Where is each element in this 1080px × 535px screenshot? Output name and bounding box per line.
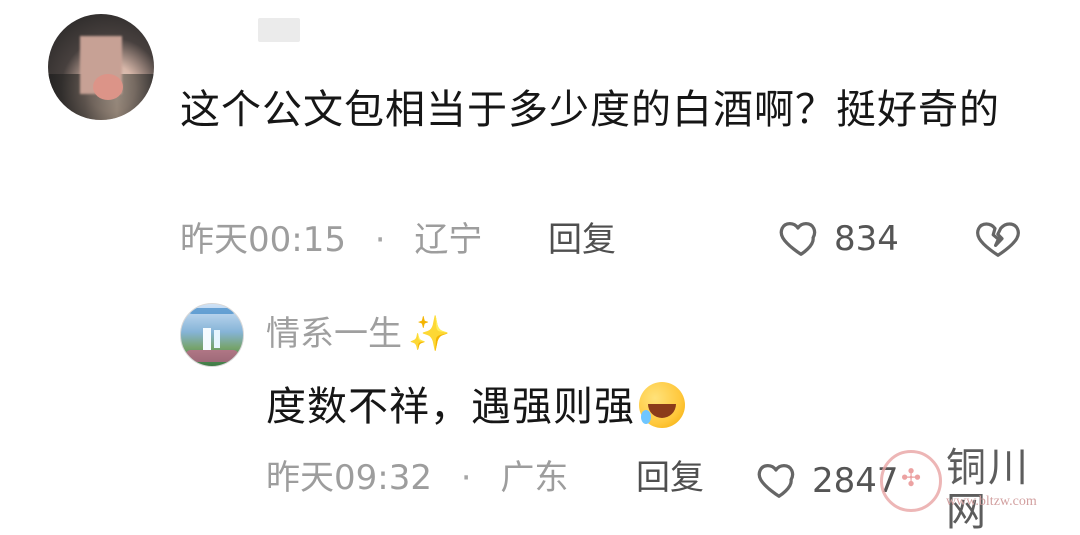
top-comment-username-redacted <box>258 18 300 42</box>
reply-comment-time: 昨天09:32 <box>266 458 432 498</box>
watermark-name: 铜川网 <box>946 445 1030 535</box>
reply-comment-location: 广东 <box>500 458 569 498</box>
reply-comment-text-row: 度数不祥，遇强则强 <box>266 380 685 434</box>
reply-comment-like-button[interactable]: 2847 <box>756 456 899 506</box>
top-comment-avatar[interactable] <box>48 14 154 120</box>
reply-comment-username-text: 情系一生 <box>266 314 402 354</box>
top-comment-like-button[interactable]: 834 <box>778 214 899 264</box>
site-watermark: ✣ 铜川网 www.bltzw.com <box>880 446 1070 534</box>
top-comment-meta: 昨天00:15 · 辽宁 <box>180 218 482 262</box>
reply-comment-separator: · <box>460 458 472 498</box>
top-comment-separator: · <box>374 220 386 260</box>
top-comment-text: 这个公文包相当于多少度的白酒啊？挺好奇的 <box>180 87 1000 133</box>
heart-outline-icon <box>756 456 802 506</box>
reply-comment-avatar[interactable] <box>180 303 244 367</box>
top-comment-like-count: 834 <box>834 219 899 259</box>
reply-comment-username[interactable]: 情系一生 ✨ <box>266 312 450 356</box>
sparkles-icon: ✨ <box>408 314 451 354</box>
top-comment-time: 昨天00:15 <box>180 220 346 260</box>
watermark-url: www.bltzw.com <box>946 494 1037 509</box>
top-comment-dislike-button[interactable] <box>974 214 1022 266</box>
top-comment-location: 辽宁 <box>414 220 483 260</box>
reply-comment-meta: 昨天09:32 · 广东 <box>266 456 568 500</box>
top-comment-reply-button[interactable]: 回复 <box>548 218 616 262</box>
reply-comment-text: 度数不祥，遇强则强 <box>266 384 635 430</box>
watermark-seal-icon: ✣ <box>880 450 942 512</box>
reply-comment-reply-button[interactable]: 回复 <box>636 456 704 500</box>
laugh-tears-emoji-icon <box>639 382 685 428</box>
heart-outline-icon <box>778 214 824 264</box>
broken-heart-icon <box>974 222 1022 266</box>
